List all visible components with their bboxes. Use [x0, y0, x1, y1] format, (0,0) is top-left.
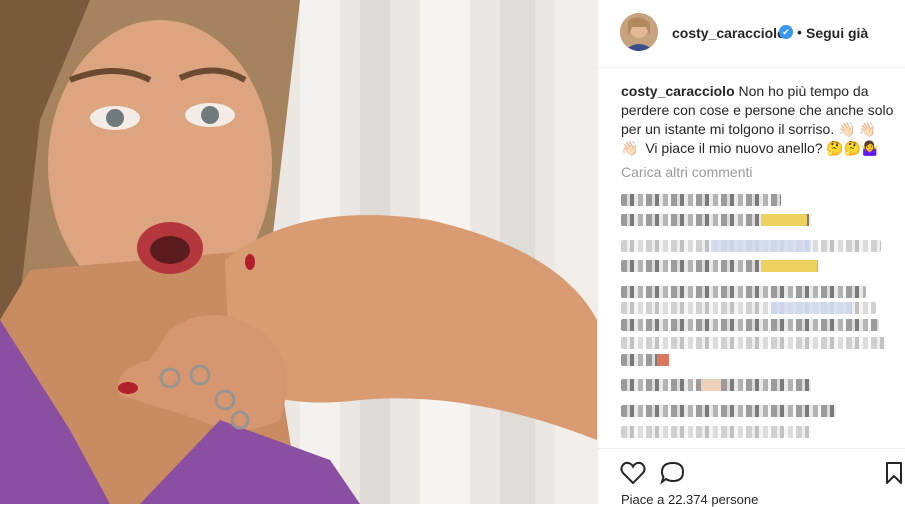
post-header: costy_caracciolo ✔ • Segui già — [598, 0, 905, 68]
blurred-comment — [621, 405, 836, 417]
blurred-comment — [621, 426, 811, 438]
avatar-image — [620, 13, 658, 51]
blurred-comment — [621, 354, 671, 366]
comment-icon[interactable] — [660, 461, 686, 485]
post-side-panel: costy_caracciolo ✔ • Segui già costy_car… — [597, 0, 905, 507]
caption-text-2: Vi piace il mio nuovo anello? — [641, 140, 827, 156]
blurred-comment — [621, 260, 821, 272]
post-actions-bar — [598, 448, 905, 495]
blurred-comment — [621, 286, 866, 298]
likes-count[interactable]: Piace a 22.374 persone — [621, 492, 758, 507]
verified-badge-icon: ✔ — [779, 25, 793, 39]
blurred-comment — [621, 194, 781, 206]
post-photo[interactable] — [0, 0, 597, 504]
blurred-comment — [621, 319, 879, 331]
blurred-comment — [621, 240, 881, 252]
caption-username[interactable]: costy_caracciolo — [621, 83, 735, 99]
blurred-comment — [621, 379, 811, 391]
following-button[interactable]: Segui già — [806, 25, 868, 41]
heart-icon[interactable] — [620, 461, 646, 485]
post-caption: costy_caracciolo Non ho più tempo da per… — [621, 82, 896, 158]
bookmark-icon[interactable] — [884, 461, 905, 485]
caption-emoji-2: 🤔🤔🤷‍♀️ — [826, 140, 879, 156]
header-username[interactable]: costy_caracciolo — [672, 25, 786, 41]
avatar[interactable] — [620, 13, 658, 51]
blurred-comment — [621, 302, 876, 314]
post-image — [0, 0, 597, 504]
blurred-comment — [621, 214, 811, 226]
load-more-comments-link[interactable]: Carica altri commenti — [621, 164, 752, 180]
header-separator: • — [797, 24, 802, 40]
blurred-comment — [621, 337, 886, 349]
